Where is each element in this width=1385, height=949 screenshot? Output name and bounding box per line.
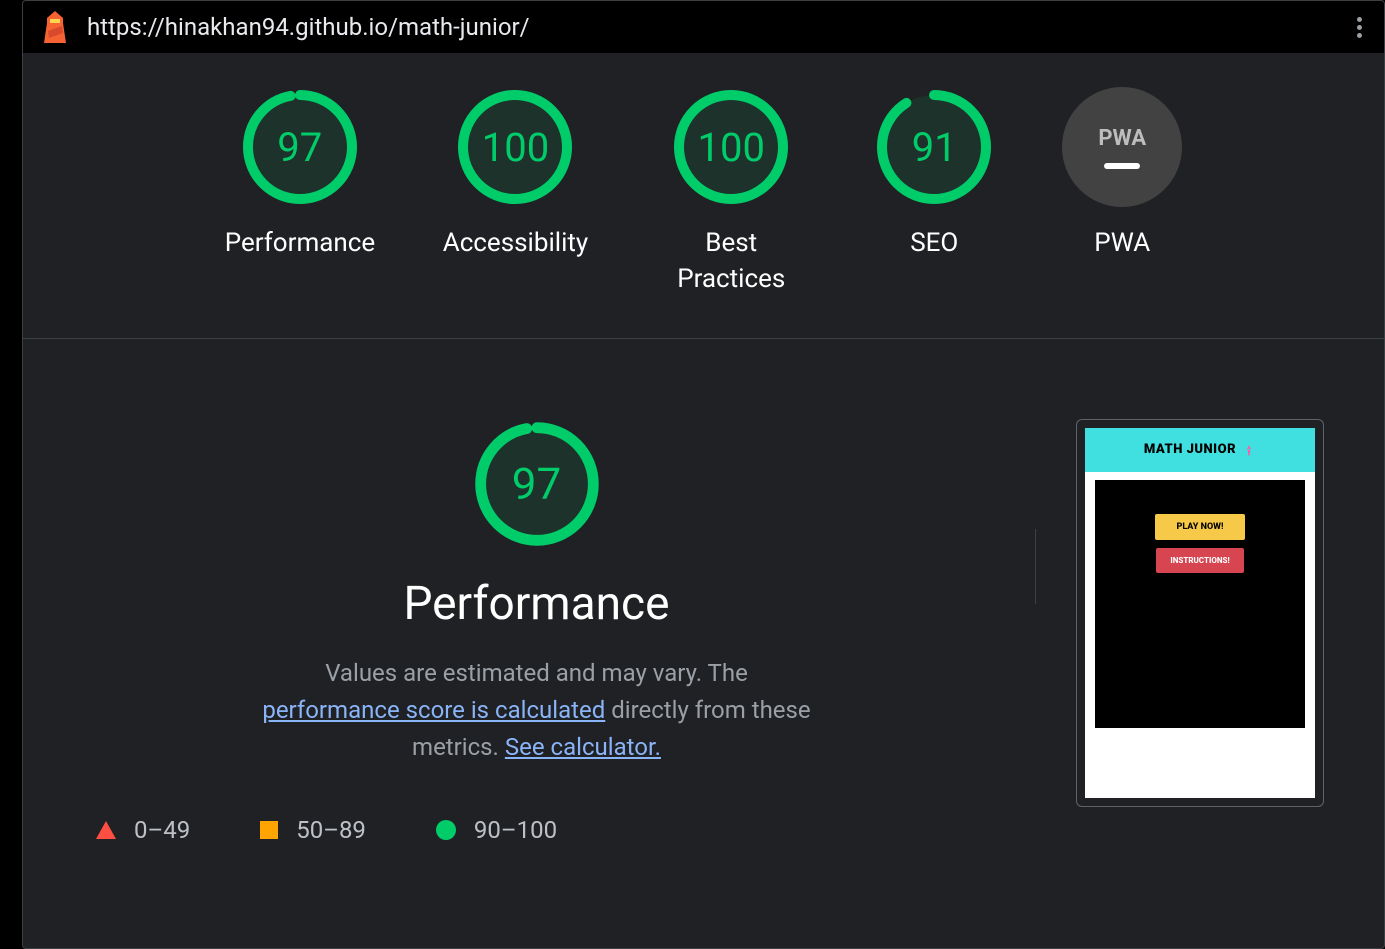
circle-green-icon	[436, 820, 456, 840]
score-summary-row: 97 Performance 100 Accessibility 100 Bes…	[23, 53, 1384, 339]
gauge-value: 100	[455, 87, 575, 207]
performance-gauge-large: 97	[472, 419, 602, 549]
gauge: 91	[874, 87, 994, 207]
gauge-label: Accessibility	[443, 225, 589, 261]
legend-pass: 90–100	[436, 816, 557, 844]
performance-detail-section: 97 Performance Values are estimated and …	[23, 339, 1384, 885]
screenshot-instructions-button: INSTRUCTIONS!	[1156, 548, 1243, 573]
lighthouse-report: https://hinakhan94.github.io/math-junior…	[22, 0, 1385, 949]
pwa-icon: PWA	[1098, 126, 1146, 151]
gauge: 100	[455, 87, 575, 207]
legend-fail: 0–49	[96, 816, 190, 844]
gauge-label: Best Practices	[656, 225, 806, 298]
gauge-label: PWA	[1094, 225, 1150, 261]
square-orange-icon	[260, 821, 278, 839]
lighthouse-icon	[41, 11, 69, 43]
screenshot-app-footer	[1085, 738, 1315, 798]
report-menu-button[interactable]	[1357, 17, 1366, 38]
performance-description: Values are estimated and may vary. The p…	[257, 655, 817, 767]
score-performance[interactable]: 97 Performance	[225, 87, 375, 298]
gauge-label: SEO	[910, 225, 958, 261]
pwa-badge: PWA	[1062, 87, 1182, 207]
page-screenshot[interactable]: MATH JUNIOR PLAY NOW! INSTRUCTIONS!	[1076, 419, 1324, 807]
vertical-divider	[1035, 529, 1036, 605]
triangle-red-icon	[96, 821, 116, 839]
performance-score-large: 97	[472, 419, 602, 549]
report-header: https://hinakhan94.github.io/math-junior…	[23, 1, 1384, 53]
gauge-value: 91	[874, 87, 994, 207]
screenshot-app-header: MATH JUNIOR	[1085, 428, 1315, 472]
score-accessibility[interactable]: 100 Accessibility	[443, 87, 589, 298]
gauge-value: 97	[240, 87, 360, 207]
audited-url[interactable]: https://hinakhan94.github.io/math-junior…	[87, 13, 530, 41]
rocket-icon	[1242, 443, 1256, 457]
score-best-practices[interactable]: 100 Best Practices	[656, 87, 806, 298]
performance-title: Performance	[403, 577, 669, 631]
screenshot-app-body: PLAY NOW! INSTRUCTIONS!	[1095, 480, 1305, 728]
legend-average: 50–89	[260, 816, 366, 844]
gauge-label: Performance	[225, 225, 375, 261]
gauge: 100	[671, 87, 791, 207]
see-calculator-link[interactable]: See calculator.	[505, 733, 661, 761]
pwa-indicator-bar	[1104, 163, 1140, 169]
score-legend: 0–49 50–89 90–100	[78, 816, 557, 844]
score-seo[interactable]: 91 SEO	[874, 87, 994, 298]
score-pwa[interactable]: PWA PWA	[1062, 87, 1182, 298]
gauge-value: 100	[671, 87, 791, 207]
performance-score-link[interactable]: performance score is calculated	[262, 696, 605, 724]
screenshot-play-button: PLAY NOW!	[1155, 514, 1246, 540]
gauge: 97	[240, 87, 360, 207]
